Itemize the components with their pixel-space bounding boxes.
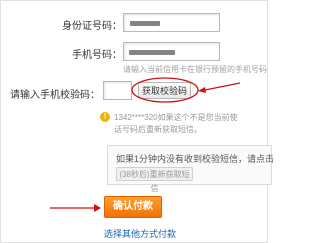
annotation-arrow-to-get-code (199, 82, 241, 92)
annotation-arrowhead-get-code (198, 87, 206, 93)
annotation-overlay (50, 77, 241, 212)
annotation-arrowhead-pay-button (94, 204, 101, 212)
annotation-ellipse (131, 77, 199, 103)
